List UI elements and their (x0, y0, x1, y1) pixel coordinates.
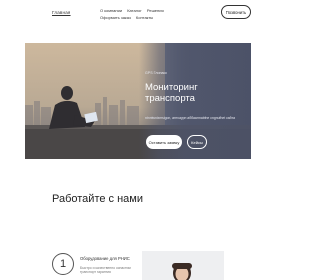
step-description: Быстро и качественно оснастим транспорт … (80, 266, 131, 275)
nav-item-contacts[interactable]: Контакты (136, 15, 153, 20)
nav-item-about[interactable]: О компании (100, 8, 122, 13)
nav-item-catalog[interactable]: Каталог (127, 8, 142, 13)
logo-link[interactable]: Главная (52, 10, 71, 15)
person-photo (142, 251, 224, 280)
step-number-badge: 1 (52, 253, 74, 275)
cases-button[interactable]: Кейсы (187, 135, 207, 149)
step-title: Оборудование для РНИС (80, 256, 130, 261)
hero-title: Мониторинг транспорта (145, 82, 198, 104)
hero-subtitle: ntnntwnixmsigon, антсаурн аббаагmabfne c… (145, 116, 235, 120)
site-header: Главная О компании Каталог Решения Оформ… (0, 0, 280, 30)
hero-eyebrow: GPS Глонасс (145, 71, 168, 75)
request-button[interactable]: Оставить заявку (146, 135, 182, 149)
nav-item-solutions[interactable]: Решения (147, 8, 164, 13)
nav-item-order[interactable]: Оформить заказ (100, 15, 131, 20)
section-title: Работайте с нами (52, 193, 143, 205)
main-nav: О компании Каталог Решения Оформить зака… (100, 7, 196, 21)
call-button[interactable]: Позвонить (221, 5, 251, 19)
person-photo-card (142, 251, 224, 280)
